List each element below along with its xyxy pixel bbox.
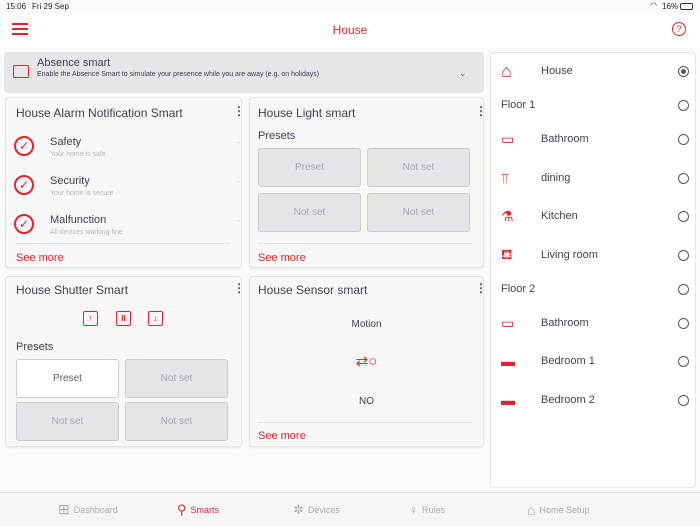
room-selector-panel: ⌂ House Floor 1 ▭ Bathroom ⫪ dining ⚗ Ki…	[490, 52, 696, 488]
card-title: House Sensor smart	[258, 283, 368, 297]
divider	[258, 422, 472, 423]
floor-item-1[interactable]: Floor 1	[491, 87, 697, 123]
absence-title: Absence smart	[37, 57, 111, 69]
presets-label: Presets	[258, 130, 296, 142]
room-item[interactable]: ▬ Bedroom 2	[491, 382, 697, 418]
floor-item-2[interactable]: Floor 2	[491, 271, 697, 307]
preset-button[interactable]: Not set	[125, 359, 228, 398]
motion-sensor-icon: ⇄○	[355, 353, 378, 370]
bathtub-icon: ▭	[501, 130, 515, 147]
radio[interactable]	[678, 99, 689, 111]
room-item[interactable]: ⫪ dining	[491, 160, 697, 196]
kitchen-mixer-icon: ⚗	[501, 207, 514, 224]
see-more-link[interactable]: See more	[258, 430, 306, 442]
tab-devices[interactable]: ✲ Devices	[293, 493, 340, 526]
room-item[interactable]: ▬ Bedroom 1	[491, 343, 697, 379]
dining-table-icon: ⫪	[501, 169, 509, 186]
house-icon: ⌂	[501, 60, 512, 81]
wifi-icon: ◠	[650, 1, 657, 10]
room-item[interactable]: ▭ Bathroom	[491, 305, 697, 341]
room-item[interactable]: ⚗ Kitchen	[491, 198, 697, 234]
alarm-smart-card: House Alarm Notification Smart ⋮ ✓ Safet…	[5, 97, 245, 268]
radio[interactable]	[678, 394, 689, 406]
radio[interactable]	[678, 133, 689, 145]
absence-description: Enable the Absence Smart to simulate you…	[37, 71, 320, 78]
status-time: 15:06	[6, 2, 27, 11]
check-circle-icon: ✓	[14, 136, 34, 156]
see-more-link[interactable]: See more	[258, 252, 306, 264]
help-icon[interactable]: ?	[672, 22, 686, 36]
sensor-type: Motion	[351, 319, 382, 330]
header: House ?	[0, 14, 700, 48]
dashboard-icon: ⊞	[58, 501, 70, 517]
tab-rules[interactable]: ♀ Rules	[409, 493, 445, 526]
shutter-stop-icon[interactable]: II	[116, 311, 131, 326]
room-item[interactable]: ▭ Bathroom	[491, 121, 697, 157]
radio[interactable]	[678, 317, 689, 329]
tab-home-setup[interactable]: ⌂ Home Setup	[527, 493, 590, 526]
preset-button[interactable]: Not set	[258, 193, 361, 232]
presets-label: Presets	[16, 341, 54, 353]
status-date: Fri 29 Sep	[32, 2, 69, 11]
preset-button[interactable]: Not set	[367, 193, 470, 232]
devices-icon: ✲	[293, 501, 304, 517]
alarm-item-safety: ✓ Safety Your home is safe -	[14, 136, 240, 175]
room-item-house[interactable]: ⌂ House	[491, 53, 697, 89]
location-pin-icon: ⚲	[177, 501, 187, 517]
card-title: House Alarm Notification Smart	[16, 106, 183, 120]
radio-selected[interactable]	[678, 65, 689, 77]
radio[interactable]	[678, 355, 689, 367]
sensor-value: NO	[359, 396, 374, 407]
preset-button[interactable]: Not set	[367, 148, 470, 187]
tab-dashboard[interactable]: ⊞ Dashboard	[58, 493, 118, 526]
shutter-up-icon[interactable]: ↑	[83, 311, 98, 326]
check-circle-icon: ✓	[14, 214, 34, 234]
radio[interactable]	[678, 210, 689, 222]
absence-smart-card[interactable]: Absence smart Enable the Absence Smart t…	[4, 52, 484, 93]
tab-smarts[interactable]: ⚲ Smarts	[177, 493, 219, 526]
alarm-item-malfunction: ✓ Malfunction All devices working fine -	[14, 214, 240, 253]
see-more-link[interactable]: See more	[16, 252, 64, 264]
more-options-icon[interactable]: ⋮	[475, 281, 487, 295]
more-options-icon[interactable]: ⋮	[475, 104, 487, 118]
radio[interactable]	[678, 249, 689, 261]
chevron-down-icon[interactable]: ⌄	[459, 68, 467, 79]
shutter-down-icon[interactable]: ↓	[148, 311, 163, 326]
divider	[16, 243, 230, 244]
bed-icon: ▬	[501, 353, 515, 369]
preset-button[interactable]: Not set	[16, 402, 119, 441]
light-smart-card: House Light smart ⋮ Presets Preset Not s…	[249, 97, 487, 268]
radio[interactable]	[678, 283, 689, 295]
more-options-icon[interactable]: ⋮	[233, 281, 245, 295]
battery-level: 16%	[662, 2, 679, 11]
card-title: House Light smart	[258, 106, 356, 120]
home-setup-icon: ⌂	[527, 501, 536, 518]
shutter-smart-card: House Shutter Smart ⋮ ↑ II ↓ Presets Pre…	[5, 276, 245, 447]
bathtub-icon: ▭	[501, 314, 515, 331]
room-item[interactable]: ⛾ Living room	[491, 237, 697, 273]
sensor-smart-card: House Sensor smart ⋮ Motion ⇄○ NO See mo…	[249, 276, 487, 447]
sofa-icon: ⛾	[501, 245, 513, 262]
radio[interactable]	[678, 172, 689, 184]
bottom-tab-bar: ⊞ Dashboard ⚲ Smarts ✲ Devices ♀ Rules ⌂ Home…	[0, 492, 700, 525]
preset-button[interactable]: Preset	[258, 148, 361, 187]
rules-icon: ♀	[409, 502, 418, 517]
status-bar: 15:06 Fri 29 Sep ◠ 16%	[0, 0, 700, 14]
page-title: House	[332, 23, 368, 37]
suitcase-icon	[13, 65, 29, 78]
alarm-item-security: ✓ Security Your home is secure -	[14, 175, 240, 214]
card-title: House Shutter Smart	[16, 283, 129, 297]
divider	[258, 243, 472, 244]
bed-icon: ▬	[501, 392, 515, 408]
check-circle-icon: ✓	[14, 175, 34, 195]
preset-button[interactable]: Preset	[16, 359, 119, 398]
battery-icon	[680, 3, 693, 10]
more-options-icon[interactable]: ⋮	[233, 104, 245, 118]
preset-button[interactable]: Not set	[125, 402, 228, 441]
